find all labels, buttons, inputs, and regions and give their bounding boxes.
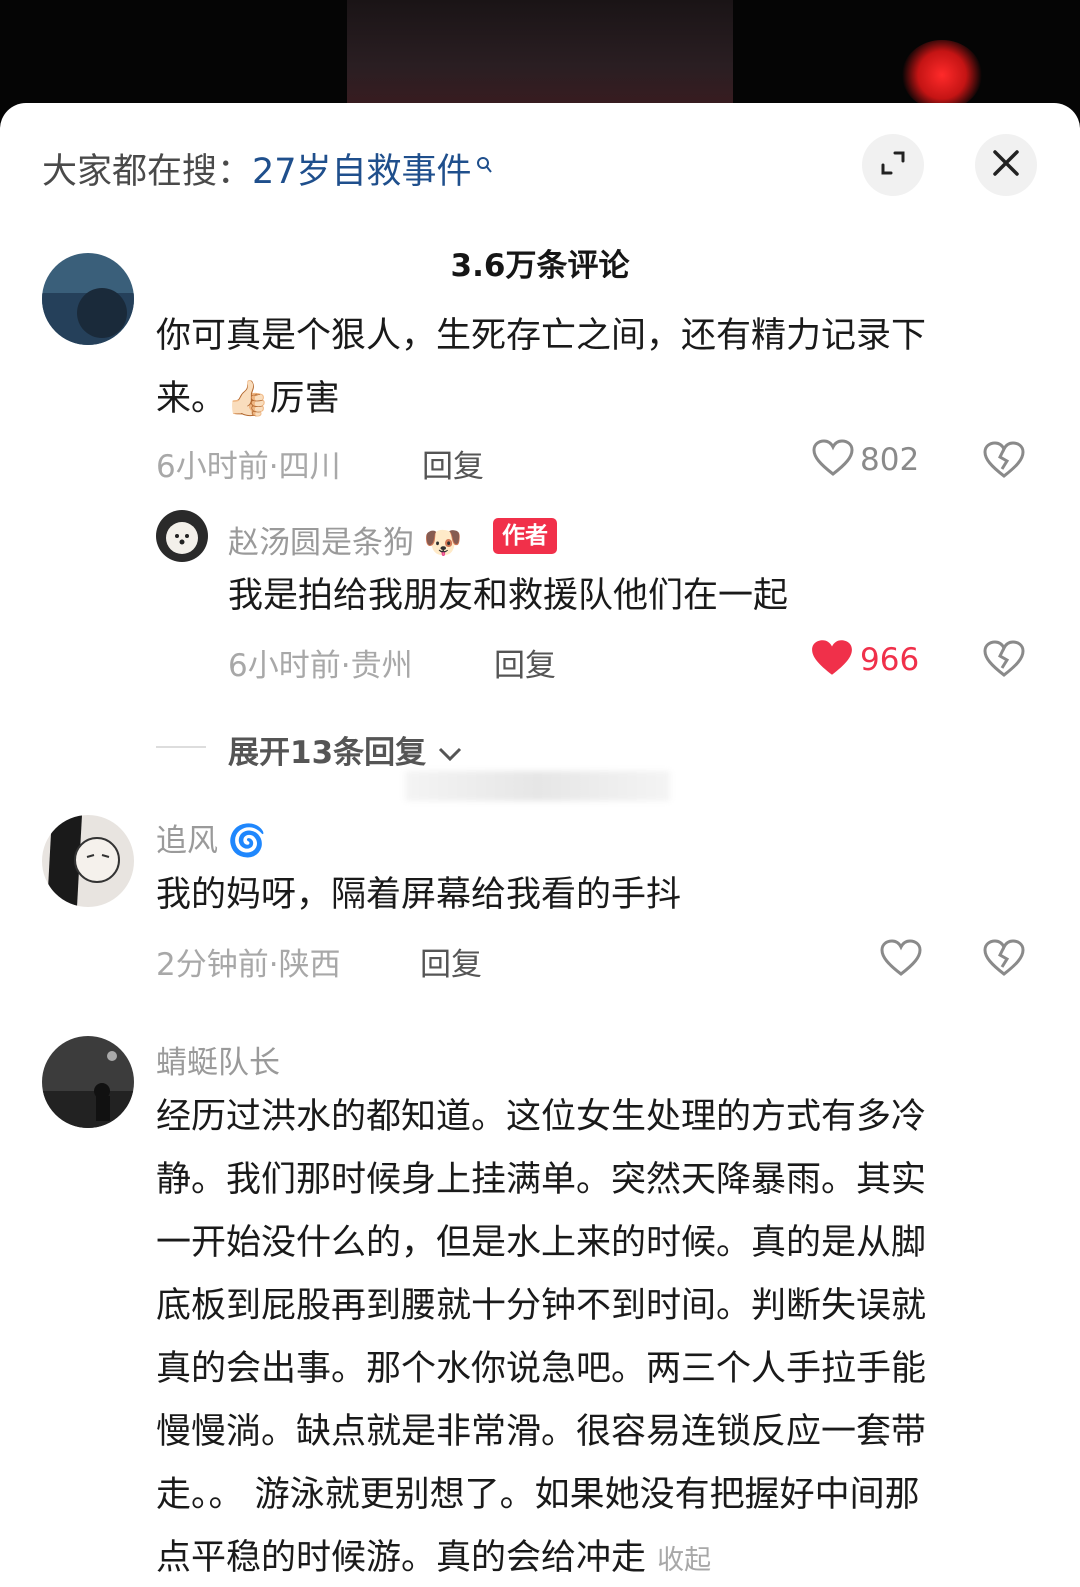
dislike-button[interactable]: [983, 441, 1025, 483]
comment-text-segment: 来。: [156, 379, 227, 419]
reply-text: 我是拍给我朋友和救援队他们在一起: [228, 576, 789, 616]
avatar[interactable]: [42, 1036, 134, 1128]
comment-text: 经历过洪水的都知道。这位女生处理的方式有多冷 静。我们那时候身上挂满单。突然天降…: [156, 1086, 1036, 1587]
expand-replies-label: 展开13条回复: [228, 735, 427, 771]
comment-text-line: 你可真是个狠人，生死存亡之间，还有精力记录下: [156, 316, 927, 356]
expand-icon: [877, 147, 909, 183]
commenter-name[interactable]: 蜻蜓队长: [156, 1037, 280, 1082]
comment-time-location: 6小时前·四川: [156, 449, 341, 485]
like-count: 966: [860, 642, 920, 678]
like-button[interactable]: [880, 939, 922, 981]
search-icon: [476, 145, 494, 185]
like-count: 802: [860, 442, 920, 478]
comment-text: 你可真是个狠人，生死存亡之间，还有精力记录下 来。👍🏻厉害: [156, 305, 1036, 431]
comment-text-line: 真的会出事。那个水你说急吧。两三个人手拉手能: [156, 1349, 927, 1389]
comment-time-location: 2分钟前·陕西: [156, 947, 341, 983]
comment-text-line: 底板到屁股再到腰就十分钟不到时间。判断失误就: [156, 1286, 927, 1326]
dislike-button[interactable]: [983, 939, 1025, 981]
comment-text-segment: 点平稳的时候游。真的会给冲走: [156, 1538, 647, 1578]
broken-heart-icon: [983, 939, 1025, 981]
video-light-glow: [902, 40, 982, 110]
search-term[interactable]: 27岁自救事件: [252, 152, 472, 192]
chevron-down-icon: [437, 735, 463, 771]
comment-text-segment: 厉害: [269, 379, 340, 419]
reply-button[interactable]: 回复: [494, 640, 556, 685]
reply-button[interactable]: 回复: [420, 939, 482, 984]
comment-text-line: 点平稳的时候游。真的会给冲走 收起: [156, 1527, 1036, 1587]
comment-sheet: 大家都在搜：27岁自救事件 3.6万条评论 你可真是个狠人，生死存亡之间，还有精…: [0, 103, 1080, 1587]
reply-button[interactable]: 回复: [422, 441, 484, 486]
author-badge: 作者: [493, 518, 557, 554]
comment-text-line: 静。我们那时候身上挂满单。突然天降暴雨。其实: [156, 1160, 927, 1200]
close-icon: [991, 148, 1021, 182]
expand-replies-button[interactable]: 展开13条回复: [228, 727, 463, 772]
comment-text-line: 经历过洪水的都知道。这位女生处理的方式有多冷: [156, 1097, 927, 1137]
like-button-liked[interactable]: 966: [810, 638, 919, 682]
reply-time-location: 6小时前·贵州: [228, 648, 413, 684]
comment-count-title: 3.6万条评论: [450, 248, 630, 284]
search-prefix: 大家都在搜：: [42, 152, 253, 192]
heart-outline-icon: [812, 439, 854, 481]
broken-heart-icon: [983, 640, 1025, 682]
comment-text-line: 慢慢淌。缺点就是非常滑。很容易连锁反应一套带: [156, 1412, 927, 1452]
like-button[interactable]: 802: [812, 439, 919, 481]
comment-text-line: 走。。 游泳就更别想了。如果她没有把握好中间那: [156, 1475, 920, 1515]
dislike-button[interactable]: [983, 640, 1025, 682]
comment-text-line: 来。👍🏻厉害: [156, 368, 1036, 431]
close-button[interactable]: [975, 134, 1037, 196]
cyclone-emoji: 🌀: [227, 823, 267, 859]
broken-heart-icon: [983, 441, 1025, 483]
author-avatar[interactable]: [156, 510, 208, 562]
comment-text: 我的妈呀，隔着屏幕给我看的手抖: [156, 875, 682, 915]
expand-divider: [156, 746, 206, 748]
author-name[interactable]: 赵汤圆是条狗 🐶: [228, 517, 462, 562]
heart-outline-icon: [880, 939, 922, 981]
author-name-text: 赵汤圆是条狗: [228, 525, 414, 561]
blurred-overlay: [405, 771, 670, 801]
avatar[interactable]: [42, 253, 134, 345]
commenter-name[interactable]: 追风 🌀: [156, 815, 266, 860]
comment-text-line: 一开始没什么的，但是水上来的时候。真的是从脚: [156, 1223, 927, 1263]
search-suggestion[interactable]: 大家都在搜：27岁自救事件: [42, 143, 494, 194]
commenter-name-text: 追风: [156, 823, 218, 859]
avatar[interactable]: [42, 815, 134, 907]
video-frame[interactable]: [347, 0, 982, 110]
dog-emoji: 🐶: [423, 525, 463, 561]
thumbs-up-emoji: 👍🏻: [226, 379, 270, 419]
fullscreen-button[interactable]: [862, 134, 924, 196]
collapse-button[interactable]: 收起: [657, 1545, 711, 1576]
heart-filled-icon: [810, 638, 854, 682]
